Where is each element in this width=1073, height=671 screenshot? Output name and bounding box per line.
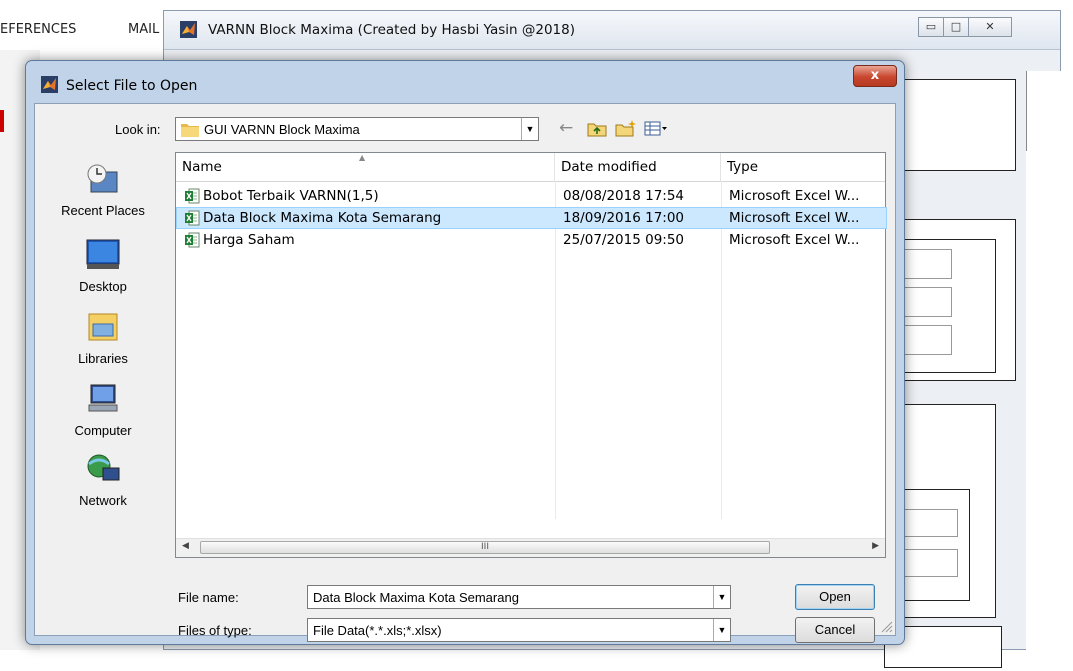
place-recent-places[interactable]: Recent Places bbox=[43, 162, 163, 218]
file-type: Microsoft Excel W... bbox=[729, 210, 860, 226]
scroll-right-icon[interactable]: ▶ bbox=[872, 541, 879, 551]
excel-file-icon bbox=[185, 210, 200, 226]
dialog-title: Select File to Open bbox=[66, 78, 198, 94]
folder-icon bbox=[181, 124, 199, 137]
figure-close-button[interactable]: ✕ bbox=[968, 17, 1012, 37]
up-folder-icon[interactable] bbox=[587, 121, 607, 137]
scroll-left-icon[interactable]: ◀ bbox=[182, 541, 189, 551]
column-header-label: Name bbox=[182, 159, 222, 175]
matlab-logo-icon bbox=[180, 21, 197, 38]
figure-titlebar: VARNN Block Maxima (Created by Hasbi Yas… bbox=[164, 11, 1060, 50]
places-bar: Recent Places Desktop Libraries Computer… bbox=[43, 162, 171, 582]
chevron-down-icon[interactable]: ▼ bbox=[521, 118, 538, 140]
place-libraries[interactable]: Libraries bbox=[43, 310, 163, 366]
place-label: Computer bbox=[74, 423, 132, 438]
network-icon bbox=[87, 454, 120, 481]
files-of-type-value: File Data(*.*.xls;*.xlsx) bbox=[313, 623, 442, 638]
column-header-date[interactable]: Date modified bbox=[555, 153, 721, 181]
edit-field[interactable] bbox=[904, 549, 958, 577]
edit-field[interactable] bbox=[904, 287, 952, 317]
file-name-input[interactable]: Data Block Maxima Kota Semarang ▼ bbox=[307, 585, 731, 609]
maximize-button[interactable]: □ bbox=[943, 17, 969, 37]
desktop-icon bbox=[86, 239, 120, 269]
select-file-dialog: Select File to Open x Look in: GUI VARNN… bbox=[25, 60, 905, 645]
look-in-value: GUI VARNN Block Maxima bbox=[204, 122, 360, 137]
file-name: Harga Saham bbox=[203, 232, 295, 248]
file-date: 25/07/2015 09:50 bbox=[563, 232, 685, 248]
file-date: 08/08/2018 17:54 bbox=[563, 188, 685, 204]
file-type: Microsoft Excel W... bbox=[729, 232, 860, 248]
file-name: Bobot Terbaik VARNN(1,5) bbox=[203, 188, 379, 204]
view-menu-icon[interactable] bbox=[644, 121, 668, 137]
chevron-down-icon[interactable]: ▼ bbox=[713, 586, 730, 608]
figure-title: VARNN Block Maxima (Created by Hasbi Yas… bbox=[208, 22, 575, 38]
file-name: Data Block Maxima Kota Semarang bbox=[203, 210, 442, 226]
file-name-value: Data Block Maxima Kota Semarang bbox=[313, 590, 519, 605]
dialog-close-button[interactable]: x bbox=[853, 65, 897, 87]
files-of-type-label: Files of type: bbox=[178, 623, 252, 638]
background-red-mark bbox=[0, 110, 4, 132]
file-list: Name ▲ Date modified Type Bobot Terbaik … bbox=[175, 152, 887, 558]
open-button[interactable]: Open bbox=[795, 584, 875, 610]
minimize-button[interactable]: ▭ bbox=[918, 17, 944, 37]
figure-right-edge bbox=[1026, 71, 1062, 671]
place-desktop[interactable]: Desktop bbox=[43, 238, 163, 294]
recent-places-icon bbox=[87, 164, 118, 193]
sort-ascending-icon: ▲ bbox=[359, 153, 366, 162]
file-list-header: Name ▲ Date modified Type bbox=[176, 153, 885, 182]
computer-icon bbox=[88, 384, 118, 412]
place-computer[interactable]: Computer bbox=[43, 382, 163, 438]
file-row-selected[interactable]: Data Block Maxima Kota Semarang 18/09/20… bbox=[176, 207, 887, 229]
files-of-type-dropdown[interactable]: File Data(*.*.xls;*.xlsx) ▼ bbox=[307, 618, 731, 642]
column-header-type[interactable]: Type bbox=[721, 153, 887, 181]
look-in-dropdown[interactable]: GUI VARNN Block Maxima ▼ bbox=[175, 117, 539, 141]
place-label: Desktop bbox=[79, 279, 127, 294]
place-label: Network bbox=[79, 493, 127, 508]
edit-field[interactable] bbox=[904, 249, 952, 279]
place-label: Libraries bbox=[78, 351, 128, 366]
file-name-label: File name: bbox=[178, 590, 239, 605]
ribbon-tab-references: EFERENCES bbox=[0, 22, 77, 37]
cancel-button[interactable]: Cancel bbox=[795, 617, 875, 643]
file-row[interactable]: Bobot Terbaik VARNN(1,5) 08/08/2018 17:5… bbox=[176, 185, 887, 207]
file-date: 18/09/2016 17:00 bbox=[563, 210, 685, 226]
excel-file-icon bbox=[185, 232, 200, 248]
horizontal-scrollbar[interactable]: ◀ III ▶ bbox=[176, 538, 885, 557]
figure-right-divider bbox=[1026, 71, 1063, 151]
matlab-logo-icon bbox=[41, 76, 58, 93]
dialog-titlebar: Select File to Open x bbox=[26, 61, 904, 103]
place-label: Recent Places bbox=[61, 203, 145, 218]
edit-field[interactable] bbox=[904, 509, 958, 537]
ribbon-tab-mailings: MAIL bbox=[128, 22, 160, 37]
libraries-icon bbox=[88, 313, 118, 341]
scrollbar-thumb[interactable]: III bbox=[200, 541, 770, 554]
column-header-name[interactable]: Name ▲ bbox=[176, 153, 555, 181]
file-row[interactable]: Harga Saham 25/07/2015 09:50 Microsoft E… bbox=[176, 229, 887, 251]
excel-file-icon bbox=[185, 188, 200, 204]
new-folder-icon[interactable] bbox=[615, 119, 637, 137]
dialog-body: Look in: GUI VARNN Block Maxima ▼ ← Rece… bbox=[34, 103, 896, 643]
place-network[interactable]: Network bbox=[43, 452, 163, 508]
background-ribbon: EFERENCES MAIL bbox=[0, 0, 180, 50]
file-type: Microsoft Excel W... bbox=[729, 188, 860, 204]
back-arrow-icon[interactable]: ← bbox=[559, 118, 573, 138]
edit-field[interactable] bbox=[904, 325, 952, 355]
look-in-label: Look in: bbox=[115, 122, 161, 137]
resize-grip-icon[interactable] bbox=[879, 619, 893, 633]
chevron-down-icon[interactable]: ▼ bbox=[713, 619, 730, 641]
